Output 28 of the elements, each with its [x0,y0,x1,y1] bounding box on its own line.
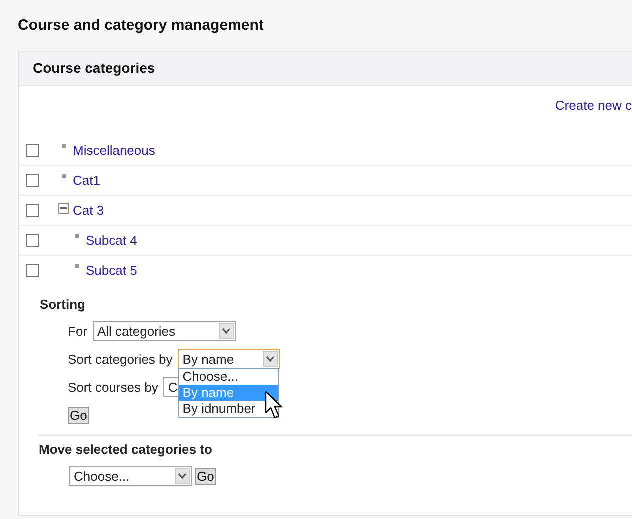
dropdown-option[interactable]: Choose... [178,369,278,385]
dropdown[interactable]: Choose... [69,466,192,486]
category-link[interactable]: Subcat 4 [86,233,138,248]
go-button[interactable]: Go [68,406,90,424]
section-heading: Move selected categories to [39,442,214,459]
collapse-icon[interactable] [58,203,69,214]
caret-icon [262,351,278,367]
dropdown[interactable]: By name [178,349,280,369]
category-link[interactable]: Cat1 [73,173,100,188]
category-link[interactable]: Cat 3 [73,203,104,218]
category-link[interactable]: Miscellaneous [73,143,156,158]
checkbox[interactable] [26,234,39,247]
caret-icon [175,468,190,484]
field-label: Sort courses by [68,380,158,394]
checkbox[interactable] [26,204,39,217]
checkbox[interactable] [26,174,39,187]
caret-icon [218,323,234,339]
field-label: For [68,324,88,338]
panel-title: Course categories [19,52,632,86]
section-heading: Sorting [40,297,86,314]
category-link[interactable]: Subcat 5 [86,263,138,278]
go-button[interactable]: Go [195,468,216,484]
dropdown[interactable]: All categories [92,321,236,341]
checkbox[interactable] [26,144,39,157]
field-label: Sort categories by [68,352,173,366]
checkbox[interactable] [26,264,39,277]
page-title: Course and category management [17,16,265,35]
create-link[interactable]: Create new c [555,98,632,136]
